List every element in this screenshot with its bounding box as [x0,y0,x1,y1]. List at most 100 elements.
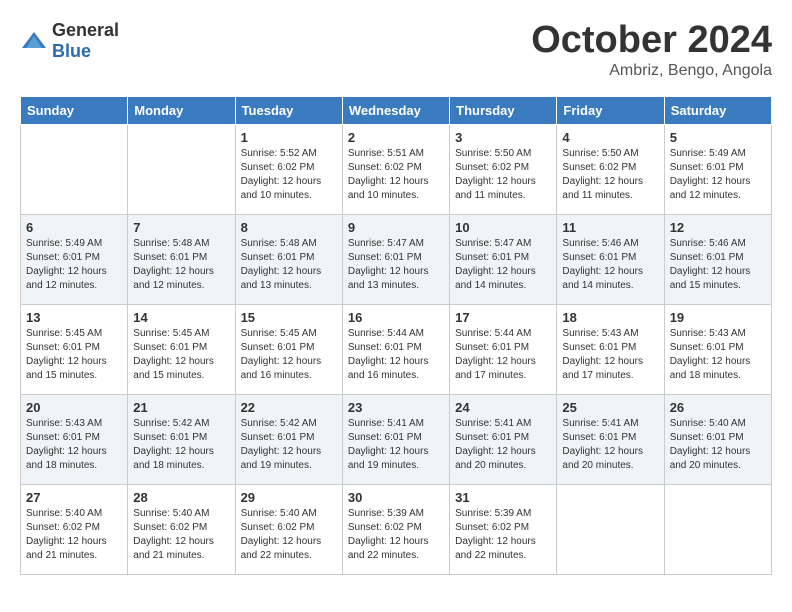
calendar-cell: 19 Sunrise: 5:43 AMSunset: 6:01 PMDayligh… [664,304,771,394]
calendar-cell: 7Sunrise: 5:48 AMSunset: 6:01 PMDaylight… [128,214,235,304]
day-info: Sunrise: 5:39 AMSunset: 6:02 PMDaylight:… [455,507,551,563]
day-info: Sunrise: 5:47 AMSunset: 6:01 PMDaylight:… [348,237,444,293]
day-number: 14 [133,310,229,325]
day-info: Sunrise: 5:45 AMSunset: 6:01 PMDaylight:… [26,327,122,383]
calendar-cell: 31 Sunrise: 5:39 AMSunset: 6:02 PMDayligh… [450,484,557,574]
day-number: 24 [455,400,551,415]
generalblue-logo-icon [20,30,48,52]
day-info: Sunrise: 5:40 AMSunset: 6:02 PMDaylight:… [26,507,122,563]
calendar-cell: 14 Sunrise: 5:45 AMSunset: 6:01 PMDayligh… [128,304,235,394]
day-number: 2 [348,130,444,145]
day-info: Sunrise: 5:43 AMSunset: 6:01 PMDaylight:… [670,327,766,383]
calendar-cell [21,124,128,214]
header-day-saturday: Saturday [664,96,771,124]
calendar-cell [128,124,235,214]
calendar-cell: 11 Sunrise: 5:46 AMSunset: 6:01 PMDayligh… [557,214,664,304]
day-info: Sunrise: 5:45 AMSunset: 6:01 PMDaylight:… [133,327,229,383]
day-info: Sunrise: 5:44 AMSunset: 6:01 PMDaylight:… [455,327,551,383]
day-number: 8 [241,220,337,235]
day-number: 20 [26,400,122,415]
calendar-cell: 25Sunrise: 5:41 AMSunset: 6:01 PMDayligh… [557,394,664,484]
day-info: Sunrise: 5:42 AMSunset: 6:01 PMDaylight:… [241,417,337,473]
location-subtitle: Ambriz, Bengo, Angola [531,62,772,80]
day-number: 16 [348,310,444,325]
day-number: 19 [670,310,766,325]
calendar-cell: 18 Sunrise: 5:43 AMSunset: 6:01 PMDayligh… [557,304,664,394]
calendar-cell: 29Sunrise: 5:40 AMSunset: 6:02 PMDayligh… [235,484,342,574]
day-info: Sunrise: 5:43 AMSunset: 6:01 PMDaylight:… [26,417,122,473]
day-number: 17 [455,310,551,325]
calendar-table: SundayMondayTuesdayWednesdayThursdayFrid… [20,96,772,575]
calendar-cell: 22 Sunrise: 5:42 AMSunset: 6:01 PMDayligh… [235,394,342,484]
calendar-cell: 15 Sunrise: 5:45 AMSunset: 6:01 PMDayligh… [235,304,342,394]
day-info: Sunrise: 5:42 AMSunset: 6:01 PMDaylight:… [133,417,229,473]
day-number: 18 [562,310,658,325]
calendar-week-row: 13Sunrise: 5:45 AMSunset: 6:01 PMDayligh… [21,304,772,394]
header-day-friday: Friday [557,96,664,124]
calendar-cell: 13Sunrise: 5:45 AMSunset: 6:01 PMDayligh… [21,304,128,394]
calendar-week-row: 6 Sunrise: 5:49 AMSunset: 6:01 PMDaylight… [21,214,772,304]
calendar-week-row: 1Sunrise: 5:52 AMSunset: 6:02 PMDaylight… [21,124,772,214]
day-info: Sunrise: 5:48 AMSunset: 6:01 PMDaylight:… [241,237,337,293]
calendar-cell [557,484,664,574]
day-number: 10 [455,220,551,235]
day-info: Sunrise: 5:47 AMSunset: 6:01 PMDaylight:… [455,237,551,293]
day-info: Sunrise: 5:48 AMSunset: 6:01 PMDaylight:… [133,237,229,293]
logo-text: General Blue [52,20,119,62]
calendar-cell: 1Sunrise: 5:52 AMSunset: 6:02 PMDaylight… [235,124,342,214]
logo-general: General [52,20,119,40]
day-info: Sunrise: 5:52 AMSunset: 6:02 PMDaylight:… [241,147,337,203]
logo: General Blue [20,20,119,62]
day-number: 27 [26,490,122,505]
day-number: 21 [133,400,229,415]
calendar-cell: 24 Sunrise: 5:41 AMSunset: 6:01 PMDayligh… [450,394,557,484]
header-day-monday: Monday [128,96,235,124]
calendar-cell: 27 Sunrise: 5:40 AMSunset: 6:02 PMDayligh… [21,484,128,574]
calendar-cell: 3Sunrise: 5:50 AMSunset: 6:02 PMDaylight… [450,124,557,214]
calendar-cell: 16 Sunrise: 5:44 AMSunset: 6:01 PMDayligh… [342,304,449,394]
day-number: 11 [562,220,658,235]
day-number: 31 [455,490,551,505]
day-number: 6 [26,220,122,235]
day-number: 4 [562,130,658,145]
day-number: 28 [133,490,229,505]
day-number: 9 [348,220,444,235]
calendar-cell: 12Sunrise: 5:46 AMSunset: 6:01 PMDayligh… [664,214,771,304]
calendar-cell: 9 Sunrise: 5:47 AMSunset: 6:01 PMDaylight… [342,214,449,304]
header: General Blue October 2024 Ambriz, Bengo,… [20,20,772,80]
calendar-cell: 23Sunrise: 5:41 AMSunset: 6:01 PMDayligh… [342,394,449,484]
day-number: 5 [670,130,766,145]
day-info: Sunrise: 5:49 AMSunset: 6:01 PMDaylight:… [26,237,122,293]
day-info: Sunrise: 5:40 AMSunset: 6:01 PMDaylight:… [670,417,766,473]
day-info: Sunrise: 5:46 AMSunset: 6:01 PMDaylight:… [562,237,658,293]
calendar-week-row: 27 Sunrise: 5:40 AMSunset: 6:02 PMDayligh… [21,484,772,574]
calendar-cell: 6 Sunrise: 5:49 AMSunset: 6:01 PMDaylight… [21,214,128,304]
day-info: Sunrise: 5:41 AMSunset: 6:01 PMDaylight:… [348,417,444,473]
logo-blue: Blue [52,41,91,61]
day-info: Sunrise: 5:44 AMSunset: 6:01 PMDaylight:… [348,327,444,383]
day-number: 22 [241,400,337,415]
calendar-cell: 17 Sunrise: 5:44 AMSunset: 6:01 PMDayligh… [450,304,557,394]
day-info: Sunrise: 5:41 AMSunset: 6:01 PMDaylight:… [455,417,551,473]
calendar-week-row: 20 Sunrise: 5:43 AMSunset: 6:01 PMDayligh… [21,394,772,484]
day-info: Sunrise: 5:39 AMSunset: 6:02 PMDaylight:… [348,507,444,563]
day-number: 25 [562,400,658,415]
day-info: Sunrise: 5:43 AMSunset: 6:01 PMDaylight:… [562,327,658,383]
calendar-cell [664,484,771,574]
month-title: October 2024 [531,20,772,62]
day-info: Sunrise: 5:45 AMSunset: 6:01 PMDaylight:… [241,327,337,383]
day-number: 30 [348,490,444,505]
day-number: 15 [241,310,337,325]
header-day-sunday: Sunday [21,96,128,124]
day-info: Sunrise: 5:40 AMSunset: 6:02 PMDaylight:… [133,507,229,563]
calendar-cell: 21 Sunrise: 5:42 AMSunset: 6:01 PMDayligh… [128,394,235,484]
header-day-tuesday: Tuesday [235,96,342,124]
day-info: Sunrise: 5:40 AMSunset: 6:02 PMDaylight:… [241,507,337,563]
calendar-cell: 20 Sunrise: 5:43 AMSunset: 6:01 PMDayligh… [21,394,128,484]
calendar-cell: 2Sunrise: 5:51 AMSunset: 6:02 PMDaylight… [342,124,449,214]
header-day-wednesday: Wednesday [342,96,449,124]
calendar-cell: 4Sunrise: 5:50 AMSunset: 6:02 PMDaylight… [557,124,664,214]
day-info: Sunrise: 5:46 AMSunset: 6:01 PMDaylight:… [670,237,766,293]
calendar-cell: 28 Sunrise: 5:40 AMSunset: 6:02 PMDayligh… [128,484,235,574]
day-info: Sunrise: 5:49 AMSunset: 6:01 PMDaylight:… [670,147,766,203]
